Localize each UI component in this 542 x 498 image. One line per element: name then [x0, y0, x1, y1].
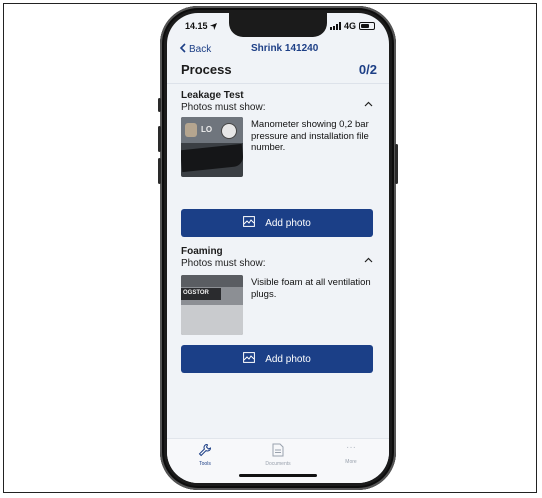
collapse-section-button[interactable] [364, 255, 373, 266]
more-dots-icon: ··· [346, 442, 356, 453]
home-indicator [239, 474, 317, 477]
tab-documents[interactable]: Documents [248, 443, 308, 467]
volume-down-button [158, 158, 161, 184]
add-photo-button[interactable]: Add photo [181, 345, 373, 373]
leakage-test-example-photo: LO [181, 117, 243, 177]
section-title: Leakage Test [181, 90, 244, 101]
wrench-icon [198, 443, 212, 459]
document-icon [272, 443, 284, 459]
foaming-example-photo: OGSTOR [181, 275, 243, 335]
location-arrow-icon [210, 21, 218, 31]
section-description: Manometer showing 0,2 bar pressure and i… [251, 119, 369, 153]
section-description: Visible foam at all ventilation plugs. [251, 277, 371, 300]
process-progress: 0/2 [358, 62, 377, 77]
section-subtitle: Photos must show: [181, 102, 266, 113]
status-bar: 14.15 4G [167, 21, 389, 39]
back-label: Back [189, 44, 212, 55]
phone-device: 14.15 4G Back Shrink 141240 Process 0/2 … [158, 6, 398, 490]
section-subtitle: Photos must show: [181, 258, 266, 269]
status-time-label: 14.15 [185, 21, 208, 31]
chevron-up-icon [364, 255, 373, 266]
tab-tools-label: Tools [199, 461, 211, 467]
image-icon [243, 216, 256, 230]
tab-more[interactable]: ··· More [321, 442, 381, 466]
section-title: Foaming [181, 246, 223, 257]
mute-switch [158, 98, 161, 112]
add-photo-label: Add photo [265, 353, 311, 365]
volume-up-button [158, 126, 161, 152]
divider [167, 83, 389, 84]
tab-more-label: More [345, 459, 357, 465]
nav-bar: Back Shrink 141240 [167, 43, 389, 61]
tab-tools[interactable]: Tools [175, 443, 235, 467]
signal-icon [329, 22, 341, 30]
battery-icon [359, 22, 375, 30]
back-button[interactable]: Back [179, 43, 211, 56]
image-icon [243, 352, 256, 366]
collapse-section-button[interactable] [364, 99, 373, 110]
nav-title: Shrink 141240 [251, 43, 319, 54]
add-photo-label: Add photo [265, 217, 311, 229]
tab-documents-label: Documents [265, 461, 291, 467]
chevron-left-icon [179, 43, 186, 56]
status-time: 14.15 [185, 21, 218, 31]
chevron-up-icon [364, 99, 373, 110]
process-title: Process [181, 62, 232, 77]
add-photo-button[interactable]: Add photo [181, 209, 373, 237]
photo-label-text: OGSTOR [183, 290, 209, 296]
network-label: 4G [343, 21, 356, 31]
photo-label-text: LO [201, 125, 213, 134]
tab-bar: Tools Documents ··· More [167, 438, 389, 483]
status-right: 4G [329, 21, 375, 31]
power-button [395, 144, 398, 184]
phone-screen: 14.15 4G Back Shrink 141240 Process 0/2 … [167, 13, 389, 483]
